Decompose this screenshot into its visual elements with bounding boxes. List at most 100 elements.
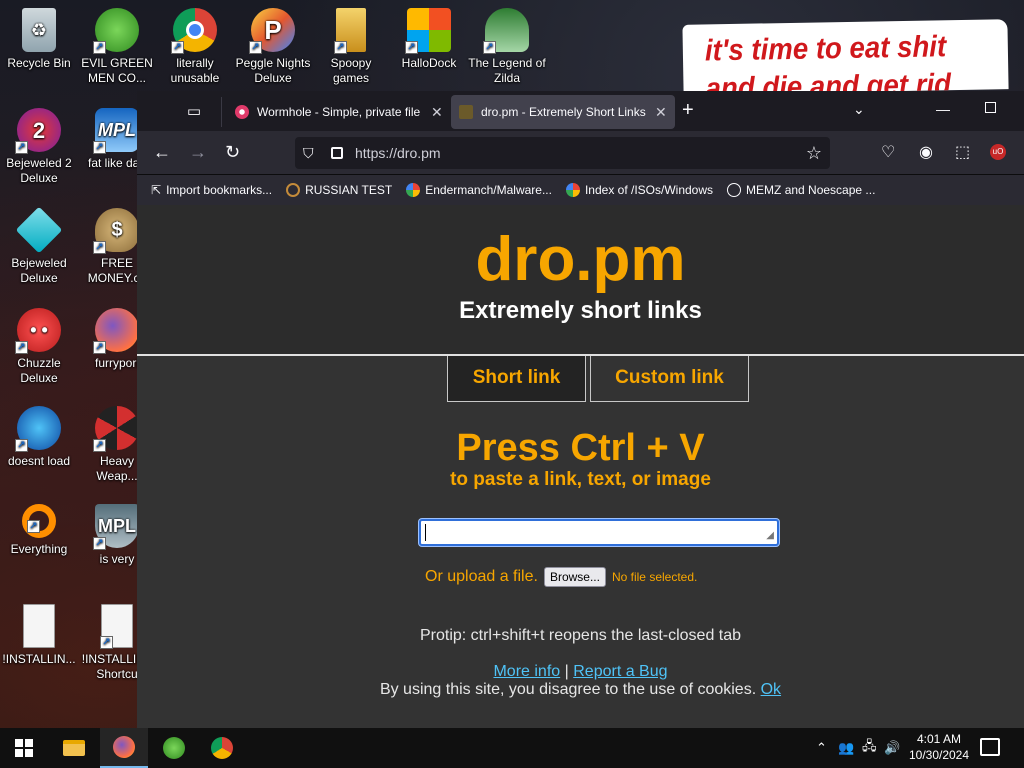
radiation-icon: ↗	[93, 406, 139, 452]
search-icon	[286, 183, 301, 197]
nav-bar: ← → ↻ ⛉ https://dro.pm ☆ ♡ ◉ ⬚ uO	[137, 131, 1024, 175]
desktop-icon-label: Peggle Nights Deluxe	[235, 56, 311, 85]
thunderbird-icon: ↗	[15, 406, 61, 452]
text-caret	[425, 524, 426, 541]
notification-center-icon[interactable]	[980, 738, 1000, 756]
browse-button[interactable]: Browse...	[543, 567, 606, 587]
extensions-icon[interactable]: ⬚	[955, 142, 970, 162]
desktop-icon-recycle-bin[interactable]: ♻ Recycle Bin	[0, 8, 78, 71]
forward-arrow-icon: →	[189, 142, 207, 162]
volume-icon[interactable]: 🔊	[884, 728, 900, 768]
page-content: dro.pm Extremely short links Short link …	[137, 205, 1024, 728]
bookmark-russian-test[interactable]: RUSSIAN TEST	[286, 183, 392, 197]
clock-time: 4:01 AM	[916, 732, 962, 746]
desktop-icon-literally-unusable[interactable]: ↗ literally unusable	[156, 8, 234, 86]
close-icon[interactable]: ✕	[431, 104, 443, 121]
bookmark-label: RUSSIAN TEST	[305, 183, 393, 197]
taskbar-file-explorer[interactable]	[50, 728, 98, 768]
taskbar-green-men[interactable]	[150, 728, 198, 768]
zelda-character-icon: ↗	[483, 8, 529, 54]
pocket-icon[interactable]: ♡	[881, 142, 895, 162]
green-people-icon	[163, 737, 185, 759]
desktop-icon-label: !INSTALLIN...	[2, 652, 76, 666]
desktop-icon-spoopy-games[interactable]: ↗ Spoopy games	[312, 8, 390, 86]
clock-date: 10/30/2024	[908, 748, 970, 762]
desktop-icon-doesnt-load[interactable]: ↗ doesnt load	[0, 406, 78, 469]
new-tab-button[interactable]: +	[682, 99, 694, 122]
cookie-ok-link[interactable]: Ok	[761, 681, 781, 698]
tab-short-link[interactable]: Short link	[447, 356, 586, 402]
bookmark-memz[interactable]: MEMZ and Noescape ...	[727, 183, 875, 197]
tab-wormhole[interactable]: Wormhole - Simple, private file ✕	[227, 95, 451, 129]
desktop-icon-label: The Legend of Zilda	[468, 56, 546, 85]
desktop-icon-everything[interactable]: ↗ Everything	[0, 504, 78, 557]
url-bar[interactable]: ⛉ https://dro.pm ☆	[295, 137, 830, 169]
tab-dropm[interactable]: dro.pm - Extremely Short Links ✕	[451, 95, 675, 129]
taskbar-firefox[interactable]	[100, 728, 148, 768]
close-icon[interactable]: ✕	[655, 104, 667, 121]
desktop-icon-chuzzle[interactable]: • • ↗ Chuzzle Deluxe	[0, 308, 78, 386]
reload-button[interactable]: ↻	[225, 142, 240, 162]
shortcut-arrow-icon: ↗	[405, 41, 418, 54]
desktop-icon-installing[interactable]: !INSTALLIN...	[0, 604, 78, 667]
shortcut-arrow-icon: ↗	[93, 141, 106, 154]
shield-icon[interactable]: ⛉	[303, 145, 321, 162]
bejeweled-2-icon: 2 ↗	[15, 108, 61, 154]
more-info-link[interactable]: More info	[493, 663, 560, 680]
ublock-origin-icon[interactable]: uO	[990, 144, 1006, 160]
shortcut-arrow-icon: ↗	[93, 537, 106, 550]
bookmark-index-isos[interactable]: Index of /ISOs/Windows	[565, 183, 714, 197]
shortcut-arrow-icon: ↗	[93, 341, 106, 354]
bookmarks-toolbar: ⇱ Import bookmarks... RUSSIAN TEST Ender…	[137, 175, 1024, 205]
maximize-button[interactable]	[985, 102, 996, 113]
taskbar-clock[interactable]: 4:01 AM 10/30/2024	[906, 731, 972, 763]
upload-row: Or upload a file. Browse... No file sele…	[425, 567, 697, 587]
google-icon	[565, 183, 580, 197]
globe-icon	[727, 183, 742, 197]
desktop-icon-peggle-nights[interactable]: P ↗ Peggle Nights Deluxe	[234, 8, 312, 86]
tab-title: Wormhole - Simple, private file	[257, 105, 421, 119]
minimize-icon: —	[936, 101, 950, 117]
bookmark-import[interactable]: ⇱ Import bookmarks...	[151, 183, 272, 197]
tab-custom-link[interactable]: Custom link	[590, 356, 749, 402]
desktop-icon-label: literally unusable	[170, 56, 220, 85]
desktop-icon-legend-of-zilda[interactable]: ↗ The Legend of Zilda	[468, 8, 546, 86]
shortcut-arrow-icon: ↗	[483, 41, 496, 54]
bookmark-endermanch[interactable]: Endermanch/Malware...	[406, 183, 552, 197]
list-all-tabs-button[interactable]: ⌄	[853, 101, 865, 118]
plus-icon: +	[682, 99, 694, 121]
firefox-view-icon[interactable]: ▭	[181, 99, 207, 125]
tray-green-men-icon[interactable]: 👥	[838, 728, 854, 768]
start-button[interactable]	[0, 728, 48, 768]
reload-icon: ↻	[225, 142, 241, 162]
tray-overflow-button[interactable]: ⌃	[816, 728, 827, 768]
bookmark-label: Index of /ISOs/Windows	[584, 183, 714, 197]
star-icon[interactable]: ☆	[806, 143, 822, 164]
url-text[interactable]: https://dro.pm	[355, 145, 806, 161]
paste-textarea[interactable]: ◢	[419, 519, 779, 546]
account-icon[interactable]: ◉	[919, 142, 933, 162]
desktop-icon-bejeweled[interactable]: Bejeweled Deluxe	[0, 206, 78, 286]
text-file-icon	[23, 604, 55, 648]
desktop-icon-evil-green-men[interactable]: ↗ EVIL GREEN MEN CO...	[78, 8, 156, 86]
site-logo[interactable]: dro.pm	[137, 205, 1024, 295]
paste-instruction-subtitle: to paste a link, text, or image	[450, 469, 711, 490]
desktop-icon-hallodock[interactable]: ↗ HalloDock	[390, 8, 468, 71]
desktop-icon-label: EVIL GREEN MEN CO...	[81, 56, 153, 85]
report-bug-link[interactable]: Report a Bug	[573, 663, 667, 680]
taskbar: ⌃ 👥 🖧 🔊 4:01 AM 10/30/2024	[0, 728, 1024, 768]
network-icon[interactable]: 🖧	[862, 728, 877, 768]
resize-grip-icon[interactable]: ◢	[766, 531, 774, 541]
forward-button[interactable]: →	[189, 142, 207, 162]
desktop-icon-label: doesnt load	[7, 454, 71, 468]
green-people-icon: ↗	[93, 8, 139, 54]
taskbar-chrome[interactable]	[198, 728, 246, 768]
back-button[interactable]: ←	[153, 142, 171, 162]
tab-bar: ▭ Wormhole - Simple, private file ✕ dro.…	[137, 91, 1024, 131]
tab-title: dro.pm - Extremely Short Links	[481, 105, 646, 119]
paste-instruction-title: Press Ctrl + V	[456, 427, 705, 469]
desktop-icon-bejeweled-2[interactable]: 2 ↗ Bejeweled 2 Deluxe	[0, 108, 78, 186]
shortcut-arrow-icon: ↗	[93, 41, 106, 54]
minimize-button[interactable]: —	[936, 101, 950, 117]
lock-icon[interactable]	[331, 147, 343, 159]
